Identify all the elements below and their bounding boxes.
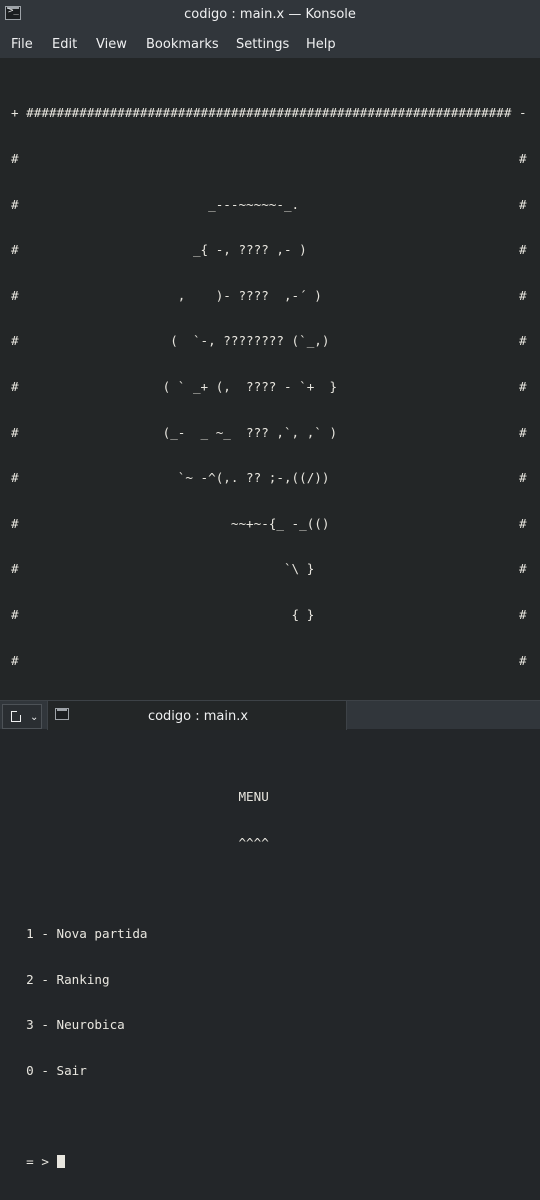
menu-view[interactable]: View [96,37,127,52]
tab-label: codigo : main.x [147,709,249,724]
menu-bookmarks[interactable]: Bookmarks [146,37,219,52]
menu-bar: File Edit View Bookmarks Settings Help [0,30,540,58]
terminal-prompt: = > [11,1154,57,1170]
menu-edit[interactable]: Edit [52,37,77,52]
terminal-line: # _{ -, ???? ,- ) # [11,242,527,258]
terminal-line: # ( `-, ???????? (`_,) # [11,333,527,349]
terminal-output: + ######################################… [11,75,527,1200]
new-tab-button[interactable]: ⌄ [2,704,42,729]
terminal-view[interactable]: + ######################################… [0,58,540,1169]
terminal-line: # # [11,151,527,166]
tab-codigo-main[interactable]: codigo : main.x [47,701,347,730]
terminal-line: # , )- ???? ,-´ ) # [11,287,527,303]
window-title: codigo : main.x — Konsole [184,7,356,22]
terminal-line: ^^^^ [11,834,269,850]
menu-file[interactable]: File [11,37,33,52]
menu-help[interactable]: Help [306,37,336,52]
terminal-line: # ( ` _+ (, ???? - `+ } # [11,378,527,394]
menu-settings[interactable]: Settings [236,37,289,52]
terminal-line: 2 - Ranking [11,971,110,987]
terminal-line: # (_- _ ~_ ??? ,`, ,` ) # [11,424,527,440]
tab-bar: ⌄ codigo : main.x [0,700,540,730]
terminal-line: # { } # [11,606,527,622]
new-tab-icon [11,709,23,722]
terminal-line: + ######################################… [11,105,527,121]
title-bar: >_ codigo : main.x — Konsole [0,0,540,30]
terminal-line: 0 - Sair [11,1062,87,1078]
terminal-line: # `~ -^(,. ?? ;-,((/)) # [11,470,527,486]
terminal-line: MENU [11,789,269,805]
terminal-line: # `\ } # [11,561,527,577]
terminal-line: 1 - Nova partida [11,926,148,942]
terminal-line: # # [11,652,527,668]
terminal-line: # _---~~~~~-_. # [11,196,527,212]
text-cursor [56,1155,65,1169]
terminal-prompt-line: = > [11,1154,527,1169]
chevron-down-icon[interactable]: ⌄ [30,712,38,723]
terminal-line: 3 - Neurobica [11,1017,125,1033]
terminal-line: # ~~+~-{_ -_(() # [11,515,527,531]
